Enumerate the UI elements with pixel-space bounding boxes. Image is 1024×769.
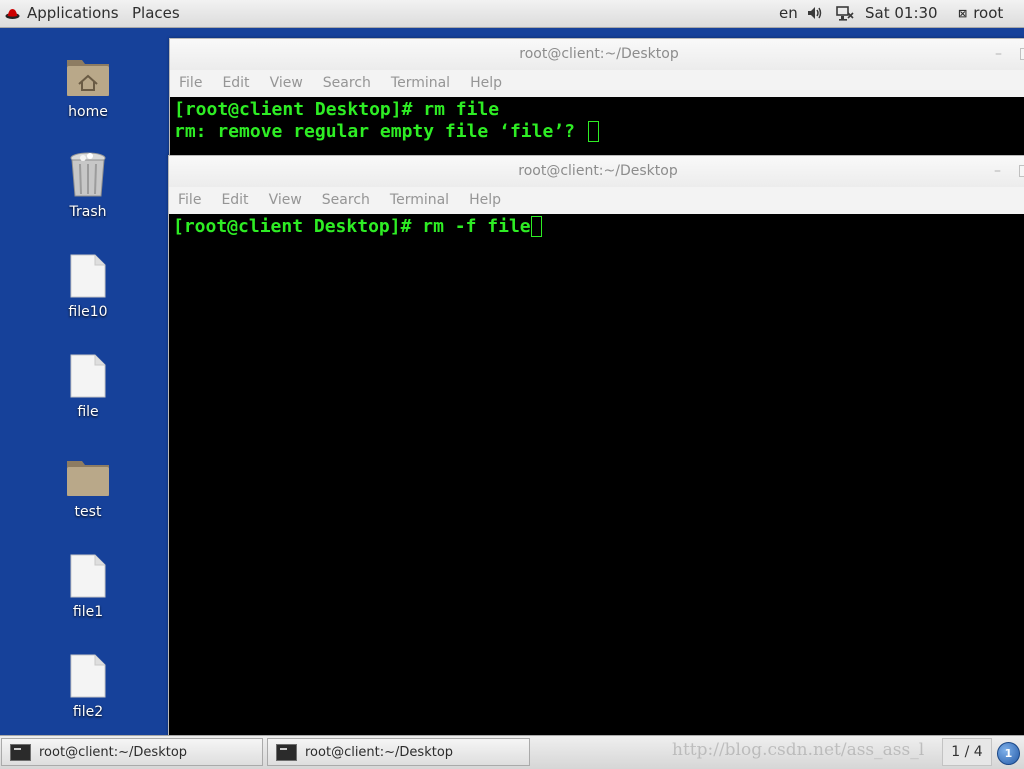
user-name: root [973, 4, 1004, 22]
user-status-icon: ⊠ [958, 7, 968, 20]
window-titlebar[interactable]: root@client:~/Desktop – [169, 156, 1024, 187]
menu-search[interactable]: Search [322, 187, 370, 213]
volume-icon[interactable] [807, 6, 823, 24]
terminal-prompt-text: rm: remove regular empty file ‘file’? [174, 121, 586, 142]
places-menu[interactable]: Places [132, 5, 180, 22]
terminal-window-front[interactable]: root@client:~/Desktop – File Edit View S… [168, 155, 1024, 739]
menu-terminal[interactable]: Terminal [390, 187, 449, 213]
notification-badge[interactable]: 1 [997, 742, 1020, 765]
folder-icon [43, 450, 133, 498]
window-titlebar[interactable]: root@client:~/Desktop – [170, 39, 1024, 70]
menu-edit[interactable]: Edit [221, 187, 248, 213]
taskbar-window-label: root@client:~/Desktop [305, 744, 454, 760]
desktop-icon-label: Trash [69, 204, 107, 220]
language-indicator[interactable]: en [779, 5, 798, 22]
file-icon [43, 650, 133, 698]
desktop-icon-label: file1 [72, 604, 104, 620]
desktop-icon-label: test [74, 504, 102, 520]
file-icon [43, 550, 133, 598]
redhat-logo-icon [5, 8, 20, 19]
workspace-switcher[interactable]: 1 / 4 [942, 738, 992, 766]
menu-help[interactable]: Help [470, 70, 502, 96]
terminal-line: rm: remove regular empty file ‘file’? [174, 121, 1024, 143]
menu-view[interactable]: View [270, 70, 303, 96]
desktop-icon-file2[interactable]: file2 [43, 650, 133, 720]
terminal-line: [root@client Desktop]# rm file [174, 99, 500, 120]
taskbar-window-button[interactable]: root@client:~/Desktop [267, 738, 530, 766]
terminal-command-text: [root@client Desktop]# rm -f file [173, 216, 531, 237]
desktop-icon-label: file [77, 404, 99, 420]
user-menu[interactable]: ⊠ root [958, 5, 1003, 22]
menu-terminal[interactable]: Terminal [391, 70, 450, 96]
menu-view[interactable]: View [269, 187, 302, 213]
terminal-icon [10, 743, 31, 761]
terminal-window-back[interactable]: root@client:~/Desktop – File Edit View S… [169, 38, 1024, 158]
desktop-icon-label: file10 [68, 304, 108, 320]
desktop-icon-test[interactable]: test [43, 450, 133, 520]
watermark-text: http://blog.csdn.net/ass_ass_l [672, 740, 925, 760]
window-title: root@client:~/Desktop [518, 163, 678, 179]
terminal-icon [276, 743, 297, 761]
desktop-icon-trash[interactable]: Trash [43, 150, 133, 220]
terminal-cursor [530, 216, 542, 237]
close-button[interactable] [1020, 48, 1024, 60]
desktop-icon-label: home [68, 104, 108, 120]
desktop-icon-file[interactable]: file [43, 350, 133, 420]
home-folder-icon [43, 50, 133, 98]
desktop-icon-label: file2 [72, 704, 104, 720]
taskbar-window-label: root@client:~/Desktop [39, 744, 188, 760]
desktop-icon-file10[interactable]: file10 [43, 250, 133, 320]
terminal-cursor [587, 121, 599, 142]
menu-file[interactable]: File [179, 70, 202, 96]
top-panel: Applications Places en Sat 01:30 ⊠ root [0, 0, 1024, 28]
clock[interactable]: Sat 01:30 [865, 5, 938, 22]
terminal-menubar: File Edit View Search Terminal Help [169, 187, 1024, 213]
minimize-button[interactable]: – [995, 39, 1002, 70]
network-icon[interactable] [836, 6, 854, 25]
menu-help[interactable]: Help [469, 187, 501, 213]
window-title: root@client:~/Desktop [519, 46, 679, 62]
terminal-output[interactable]: [root@client Desktop]# rm file rm: remove… [170, 97, 1024, 157]
applications-label: Applications [27, 4, 119, 22]
applications-menu[interactable]: Applications [5, 5, 119, 22]
desktop-icon-file1[interactable]: file1 [43, 550, 133, 620]
menu-edit[interactable]: Edit [222, 70, 249, 96]
taskbar-window-button[interactable]: root@client:~/Desktop [1, 738, 263, 766]
close-button[interactable] [1019, 165, 1024, 177]
file-icon [43, 350, 133, 398]
minimize-button[interactable]: – [994, 156, 1001, 187]
menu-search[interactable]: Search [323, 70, 371, 96]
terminal-line: [root@client Desktop]# rm -f file [173, 216, 1023, 238]
terminal-menubar: File Edit View Search Terminal Help [170, 70, 1024, 96]
bottom-taskbar: root@client:~/Desktop root@client:~/Desk… [0, 735, 1024, 769]
trash-icon [43, 150, 133, 198]
desktop-icon-home[interactable]: home [43, 50, 133, 120]
menu-file[interactable]: File [178, 187, 201, 213]
file-icon [43, 250, 133, 298]
terminal-output[interactable]: [root@client Desktop]# rm -f file [169, 214, 1024, 738]
